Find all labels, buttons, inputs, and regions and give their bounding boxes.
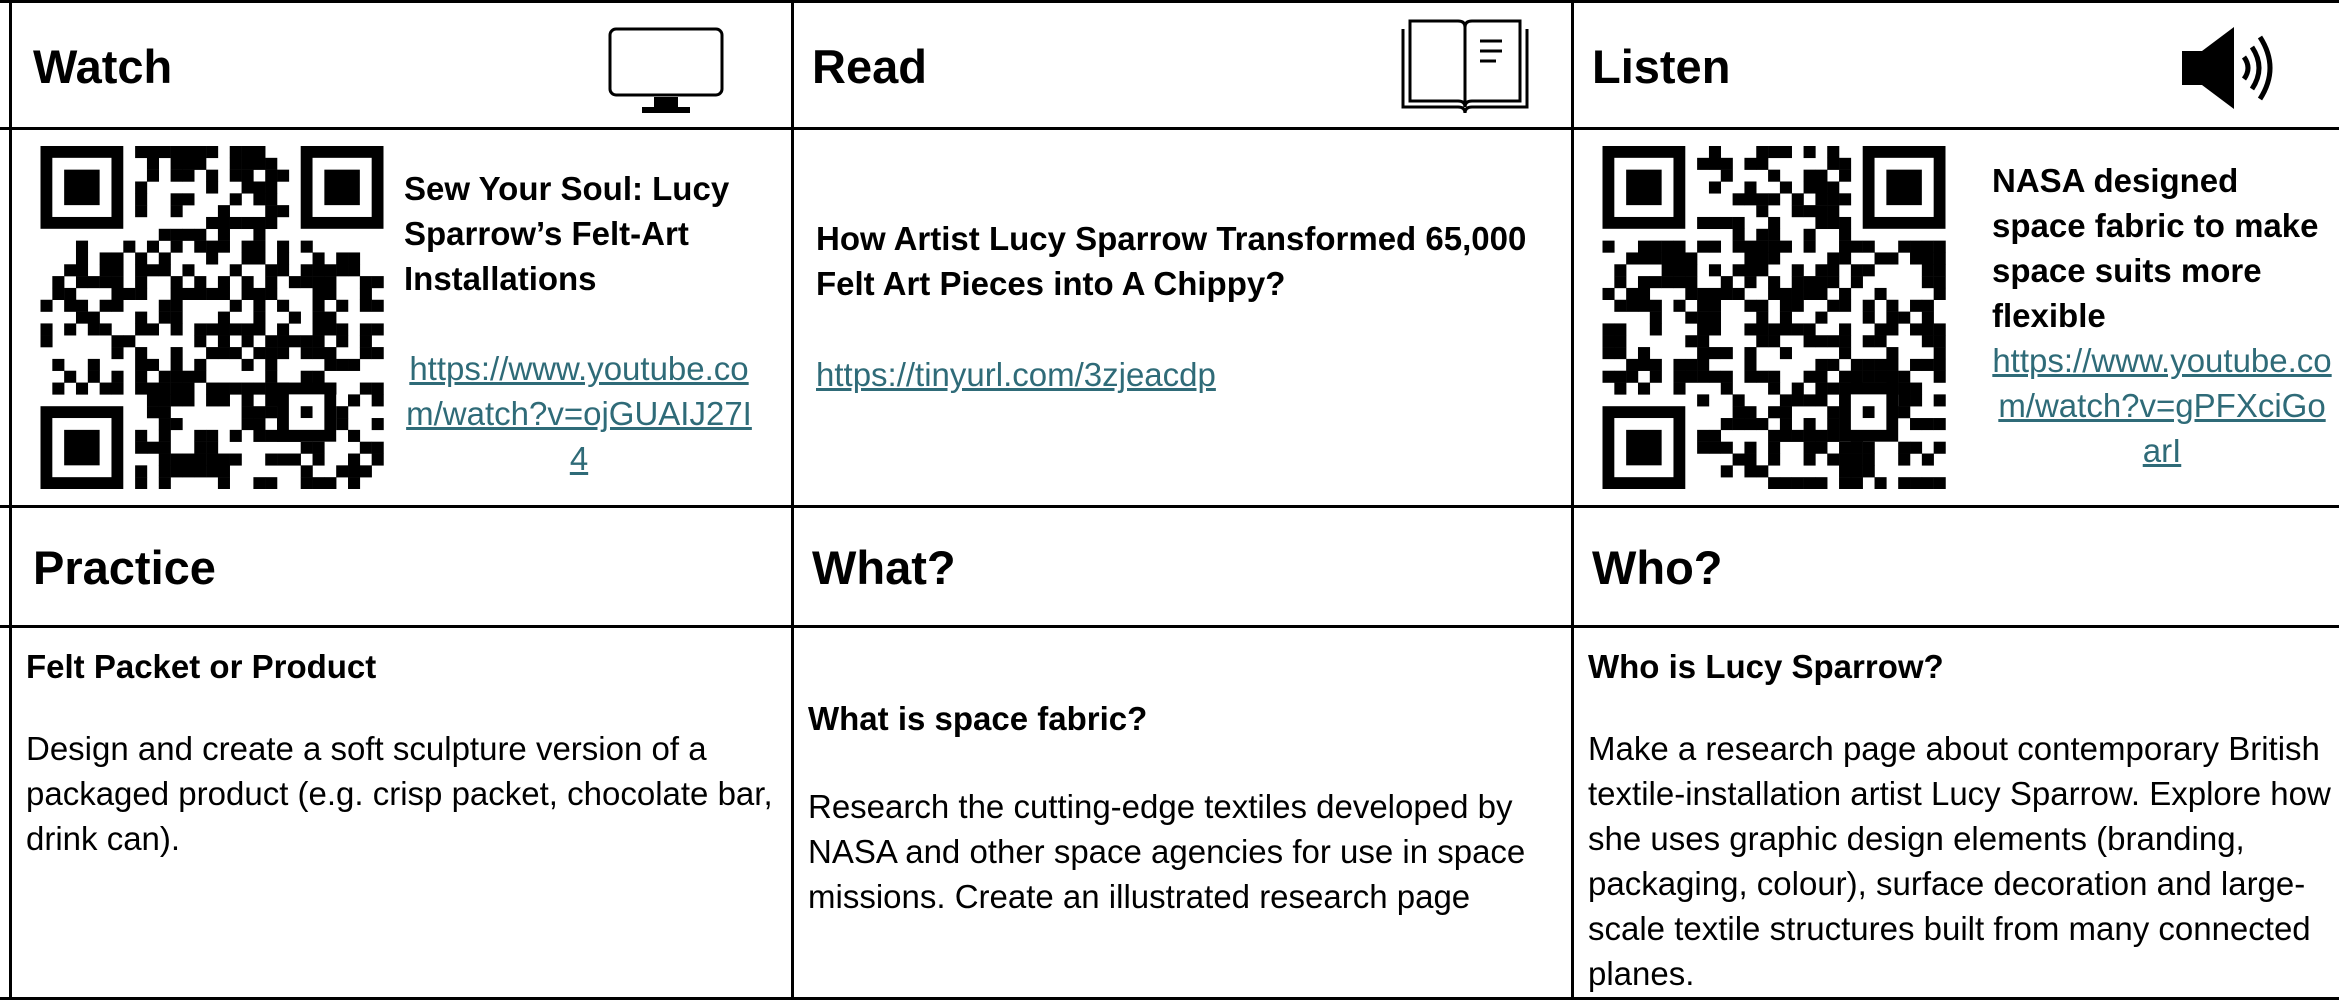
read-header-cell: Read	[794, 3, 1571, 127]
practice-header: Practice	[33, 541, 216, 594]
listen-content-cell: NASA designed space fabric to make space…	[1574, 130, 2339, 505]
watch-header: Watch	[33, 40, 173, 93]
read-content-cell: How Artist Lucy Sparrow Transformed 65,0…	[794, 130, 1571, 505]
speaker-icon	[2180, 25, 2280, 116]
practice-task-cell: Felt Packet or Product Design and create…	[12, 628, 791, 997]
who-task-body: Make a research page about contemporary …	[1588, 730, 2331, 992]
who-header-cell: Who?	[1574, 508, 2339, 625]
what-task-cell: What is space fabric? Research the cutti…	[794, 628, 1571, 997]
listen-video-title: NASA designed space fabric to make space…	[1992, 162, 2319, 334]
watch-video-title: Sew Your Soul: Lucy Sparrow’s Felt-Art I…	[404, 170, 730, 297]
who-task-cell: Who is Lucy Sparrow? Make a research pag…	[1574, 628, 2339, 997]
watch-video-link[interactable]: https://www.youtube.com/watch?v=ojGUAIJ2…	[404, 346, 754, 481]
what-task-heading: What is space fabric?	[808, 700, 1148, 737]
practice-header-cell: Practice	[12, 508, 791, 625]
qr-code-watch[interactable]	[38, 146, 386, 489]
read-header: Read	[812, 40, 927, 93]
what-header-cell: What?	[794, 508, 1571, 625]
read-article-title: How Artist Lucy Sparrow Transformed 65,0…	[816, 220, 1527, 302]
qr-code-listen[interactable]	[1600, 146, 1948, 489]
listen-header-cell: Listen	[1574, 3, 2339, 127]
practice-task-body: Design and create a soft sculpture versi…	[26, 730, 773, 857]
what-task-body: Research the cutting-edge textiles devel…	[808, 788, 1526, 915]
practice-task-heading: Felt Packet or Product	[26, 648, 377, 685]
monitor-icon	[608, 27, 724, 124]
watch-header-cell: Watch	[12, 3, 791, 127]
listen-header: Listen	[1592, 40, 1731, 93]
watch-content-cell: Sew Your Soul: Lucy Sparrow’s Felt-Art I…	[12, 130, 791, 505]
who-task-heading: Who is Lucy Sparrow?	[1588, 648, 1944, 685]
resource-grid: Watch Read Listen Sew Your Soul: Lucy Sp…	[0, 0, 2339, 1000]
who-header: Who?	[1592, 541, 1723, 594]
listen-video-link[interactable]: https://www.youtube.com/watch?v=gPFXciGo…	[1992, 338, 2332, 473]
book-icon	[1398, 17, 1532, 120]
read-article-link[interactable]: https://tinyurl.com/3zjeacdp	[816, 352, 1546, 397]
what-header: What?	[812, 541, 956, 594]
